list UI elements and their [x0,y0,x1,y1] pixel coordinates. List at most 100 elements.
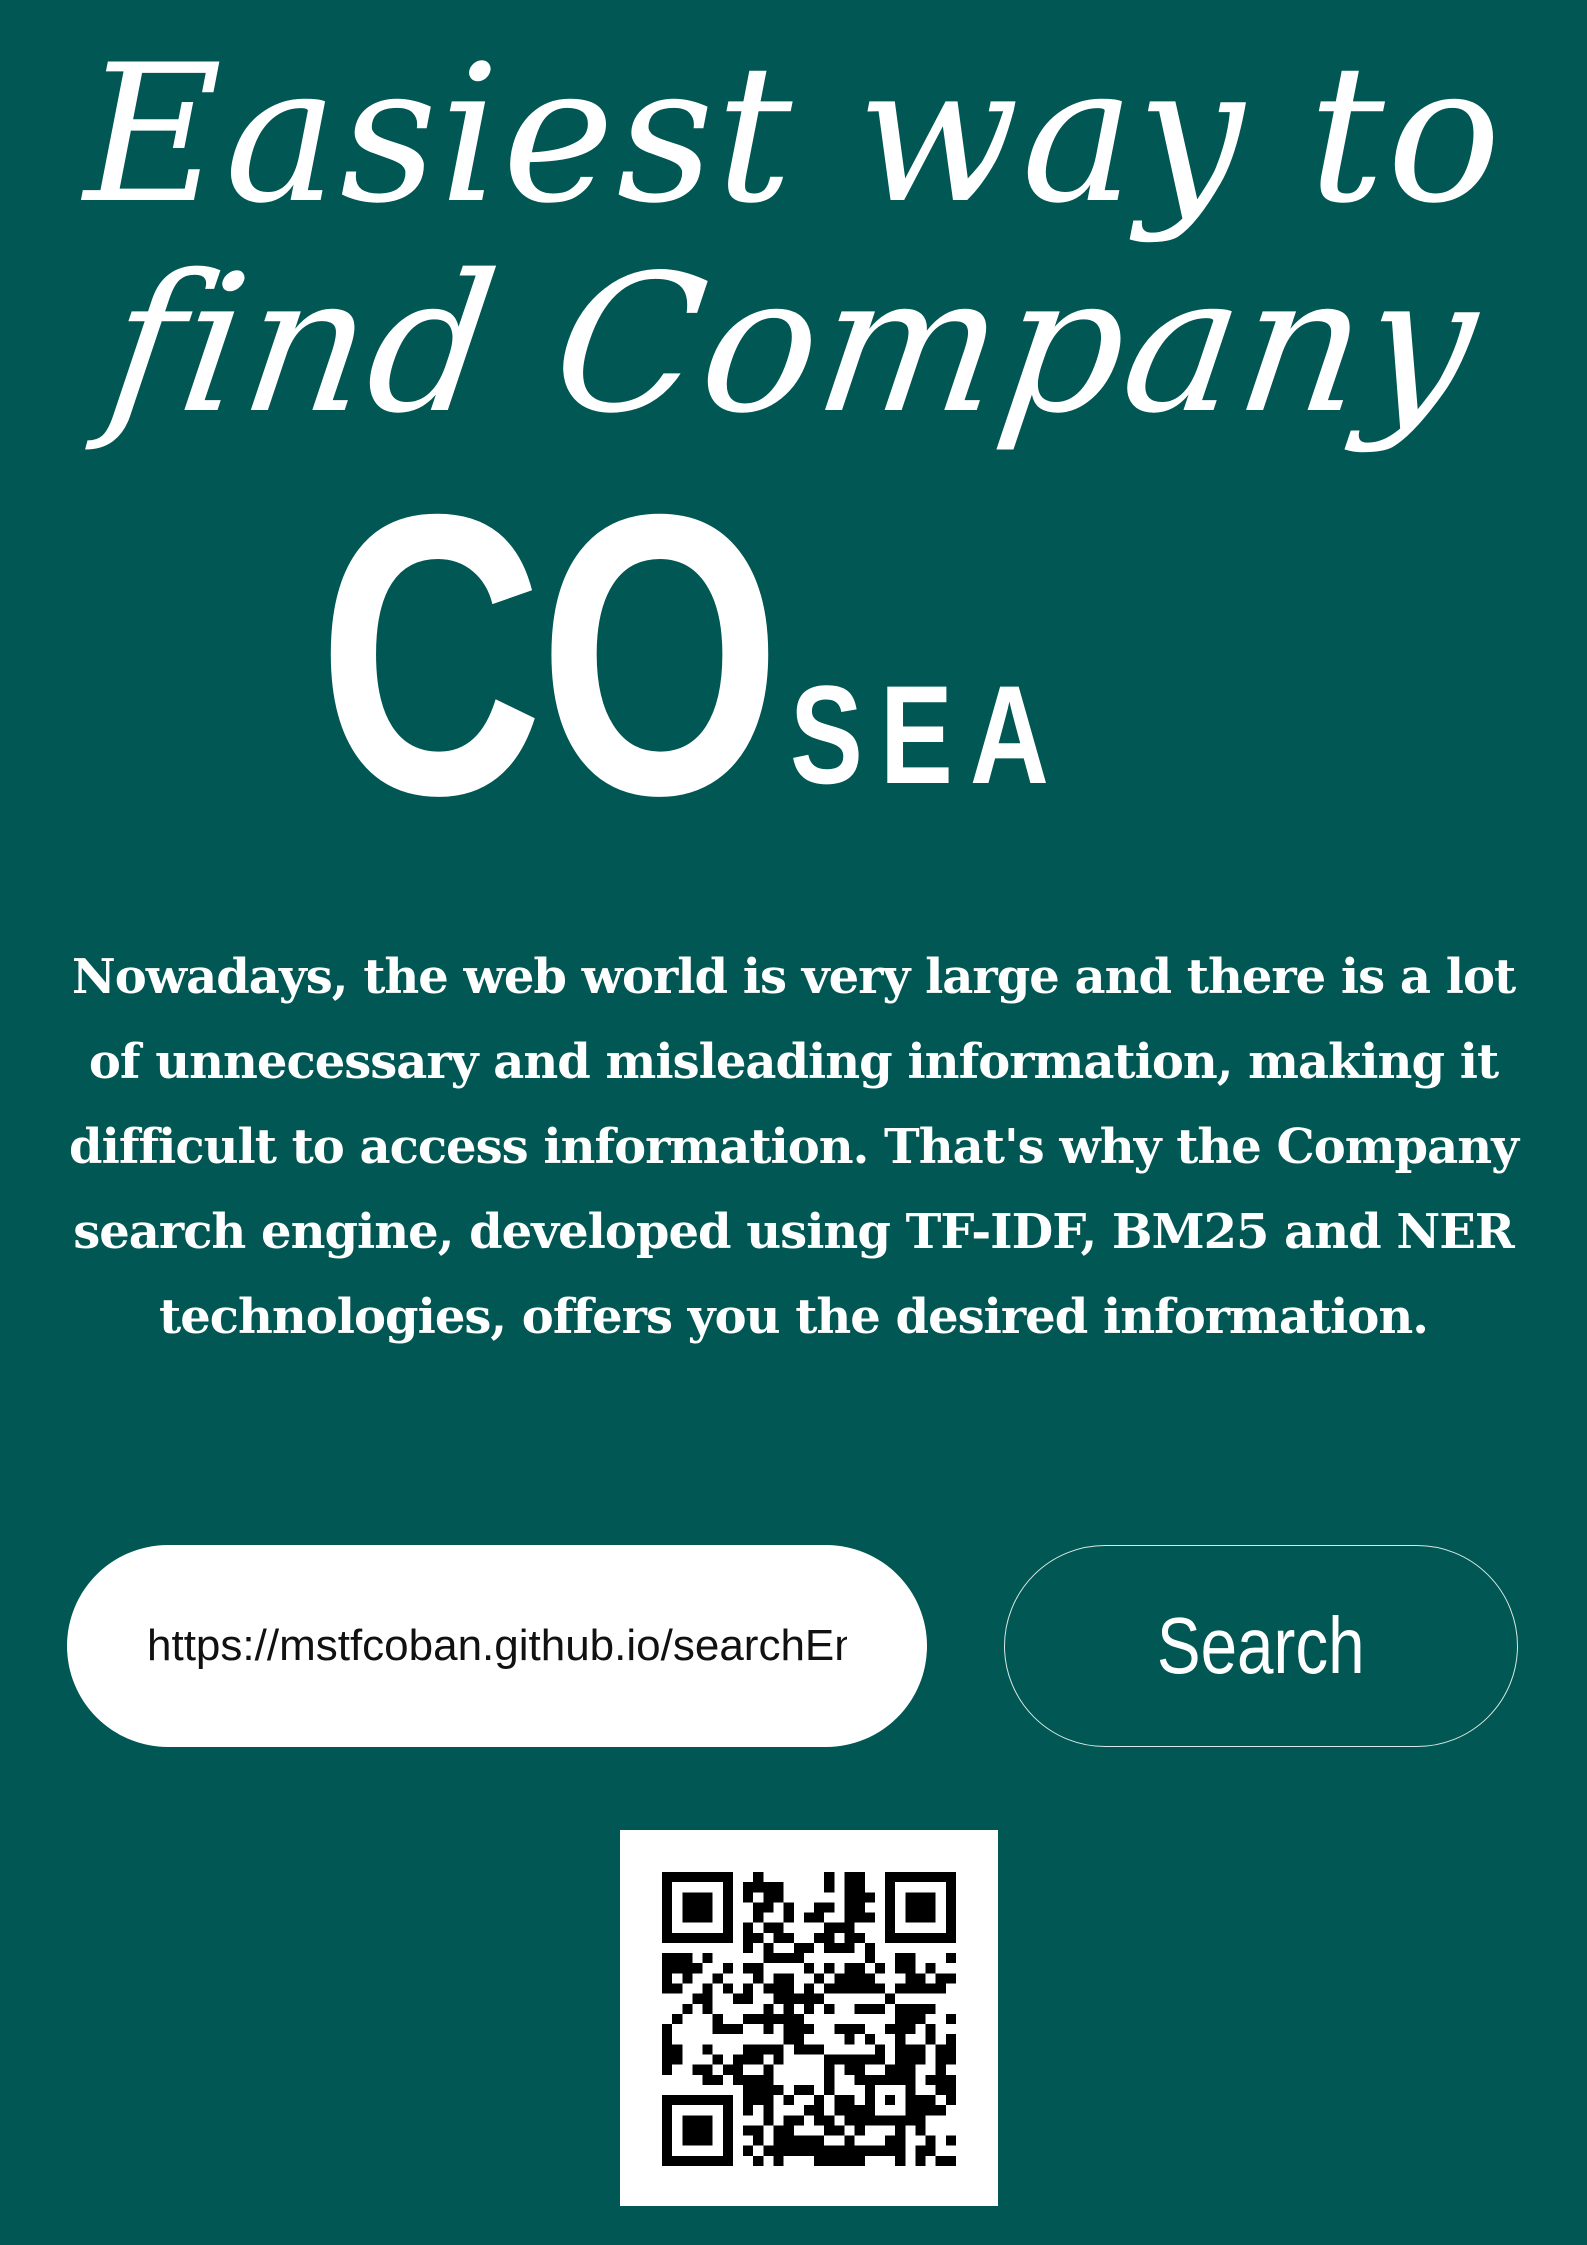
qr-module [743,1993,754,2004]
qr-module [722,1963,733,1974]
qr-module [732,1993,744,2004]
qr-module [935,2054,946,2065]
qr-module [712,2024,723,2035]
qr-module [945,2095,956,2106]
qr-module [844,1882,855,1893]
qr-module [743,2013,754,2025]
qr-module [945,2013,956,2025]
qr-module [915,2013,926,2025]
qr-module [864,1983,875,1994]
qr-module [844,2054,855,2065]
qr-module [763,2013,774,2025]
qr-module [814,1973,825,1984]
qr-module [753,2125,764,2136]
qr-module [844,1872,855,1883]
qr-module [824,2003,835,2014]
qr-module [844,1973,855,1984]
qr-module [844,2024,855,2035]
qr-module [874,1963,886,1974]
qr-module [682,1953,693,1964]
qr-module [662,2024,673,2035]
qr-module [915,2125,926,2136]
qr-module [763,2084,774,2096]
qr-module [682,1963,693,1974]
qr-module [885,2064,896,2075]
search-button[interactable]: Search [1004,1545,1518,1747]
qr-module [824,1942,835,1954]
tagline-line-1: Easiest way to [83,24,1504,245]
qr-module [692,1963,703,1974]
qr-module [814,1912,825,1923]
qr-module [763,2095,774,2106]
qr-module [672,2054,683,2065]
qr-module [895,2155,906,2166]
qr-module [662,2044,673,2055]
qr-module [915,2003,926,2014]
qr-module [743,1983,754,1994]
qr-module [773,1882,784,1893]
qr-module [945,1953,956,1964]
qr-module [702,1993,713,2004]
qr-module [824,2064,835,2075]
qr-module [773,1993,784,2004]
qr-module [844,2115,855,2126]
qr-module [712,2054,723,2065]
qr-module [844,1912,855,1923]
qr-module [743,2044,754,2055]
qr-module [935,1973,946,1984]
qr-module [844,1922,855,1933]
qr-module [773,1973,784,1984]
qr-module [824,1902,835,1913]
qr-module [925,2145,936,2156]
qr-module [662,2054,673,2065]
qr-module [743,2095,754,2106]
qr-module [824,1983,835,1994]
qr-module [905,2064,916,2075]
qr-module [844,1902,855,1913]
qr-module [753,2074,764,2085]
qr-module [793,2013,804,2025]
qr-module [915,2054,926,2065]
qr-module [753,1902,764,1913]
qr-module [854,2003,865,2014]
qr-module [763,1892,774,1903]
qr-module [763,1902,774,1913]
qr-module [905,2044,916,2055]
qr-module [834,2125,845,2136]
qr-module [773,2054,784,2065]
url-pill[interactable] [67,1545,927,1747]
qr-module [844,1942,855,1954]
qr-module [743,1932,754,1943]
qr-module [702,2044,713,2055]
qr-module [885,2135,896,2146]
qr-module [874,2145,886,2156]
qr-module [753,2044,764,2055]
qr-module [783,2145,794,2156]
qr-module [783,2125,794,2136]
qr-module [793,1993,804,2004]
qr-module [793,2084,804,2096]
qr-module [864,2145,875,2156]
qr-module [753,1963,764,1974]
qr-module [905,1983,916,1994]
qr-module [682,1973,693,1984]
qr-module [895,1983,906,1994]
url-input[interactable] [145,1620,849,1672]
qr-module [814,2105,825,2116]
qr-module [783,1912,794,1923]
qr-module [803,2024,815,2035]
qr-module [834,2054,845,2065]
qr-module [935,2155,946,2166]
qr-module [834,2155,845,2166]
qr-module [692,2064,703,2075]
qr-module [945,2155,956,2166]
qr-module [722,2064,733,2075]
logo-co: CO [318,431,781,878]
qr-module [743,2084,754,2096]
qr-module [803,2135,815,2146]
qr-module [864,1973,875,1984]
qr-module [743,2074,754,2085]
qr-module [712,2013,723,2025]
qr-module [662,1953,673,1964]
qr-code-icon [662,1872,956,2166]
